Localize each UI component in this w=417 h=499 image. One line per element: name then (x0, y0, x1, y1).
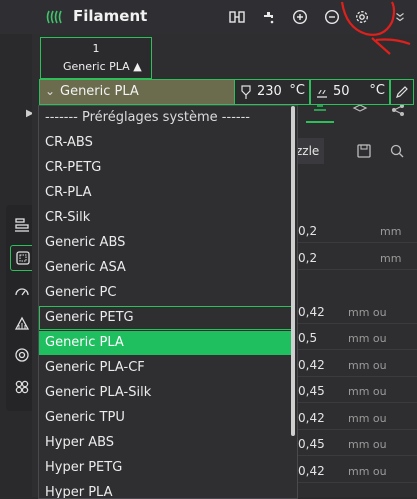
bed-temp-field[interactable]: 50 °C (310, 79, 390, 105)
panel-title: Filament (73, 7, 148, 25)
support-icon[interactable] (10, 311, 34, 335)
list-item[interactable]: CR-PETG (39, 156, 295, 180)
list-item[interactable]: Generic PC (39, 281, 295, 305)
setting-row[interactable]: 0,45 mm ou (296, 382, 417, 403)
setting-row[interactable]: 0,5 mm ou (296, 329, 417, 350)
list-item[interactable]: CR-Silk (39, 206, 295, 230)
list-item-hovered[interactable]: Generic PETG (39, 306, 295, 330)
align-icon[interactable] (10, 213, 34, 237)
add-icon[interactable] (290, 7, 310, 27)
others-icon[interactable] (10, 375, 34, 399)
spools-icon (46, 10, 62, 24)
search-icon[interactable] (389, 143, 405, 159)
extruder-preset-label: Generic PLA ▲ (63, 60, 142, 73)
compare-icon[interactable] (227, 7, 247, 27)
setting-row[interactable]: 0,42 mm ou (296, 409, 417, 430)
filament-dropdown-list: ------- Préréglages système ------ CR-AB… (38, 105, 298, 499)
extruder-selector[interactable]: 1 Generic PLA ▲ (40, 37, 152, 79)
setting-row[interactable]: 0,42 mm ou (296, 303, 417, 324)
setting-row[interactable]: 0,42 mm ou (296, 356, 417, 377)
list-group-header: ------- Préréglages système ------ (45, 110, 250, 125)
target-icon[interactable] (10, 343, 34, 367)
chevron-down-icon: ⌄ (45, 84, 56, 98)
setting-row[interactable]: 0,45 mm ou (296, 435, 417, 456)
filament-preset-combo[interactable]: ⌄ Generic PLA (39, 79, 235, 105)
nozzle-temp-field[interactable]: 230 °C (234, 79, 310, 105)
list-item[interactable]: Generic TPU (39, 406, 295, 430)
list-item[interactable]: Hyper PLA (39, 481, 295, 498)
save-icon[interactable] (356, 143, 372, 159)
nozzle-temperature-icon (241, 85, 251, 99)
extruder-number: 1 (92, 42, 100, 55)
list-item[interactable]: CR-ABS (39, 131, 295, 155)
pencil-icon (396, 86, 408, 98)
setting-row[interactable]: 0,2 mm (296, 249, 417, 270)
list-item[interactable]: CR-PLA (39, 181, 295, 205)
speed-icon[interactable] (10, 279, 34, 303)
active-tab-indicator (306, 121, 334, 123)
list-item[interactable]: Generic ASA (39, 256, 295, 280)
faucet-icon[interactable] (260, 7, 280, 27)
dropdown-scrollbar[interactable] (291, 106, 295, 436)
edit-preset-button[interactable] (390, 79, 414, 105)
list-item[interactable]: Hyper PETG (39, 456, 295, 480)
list-item-selected[interactable]: Generic PLA (39, 331, 295, 355)
red-annotation-mark (340, 1, 411, 55)
list-item[interactable]: Hyper ABS (39, 431, 295, 455)
list-item[interactable]: Generic PLA-Silk (39, 381, 295, 405)
list-item[interactable]: Generic ABS (39, 231, 295, 255)
nozzle-tab[interactable]: zzle (296, 138, 324, 164)
setting-row[interactable]: 0,2 mm (296, 222, 417, 243)
list-item[interactable]: Generic PLA-CF (39, 356, 295, 380)
bed-temperature-icon (317, 89, 327, 98)
filament-preset-value: Generic PLA (60, 84, 139, 99)
setting-row[interactable]: 0,42 mm ou (296, 462, 417, 483)
